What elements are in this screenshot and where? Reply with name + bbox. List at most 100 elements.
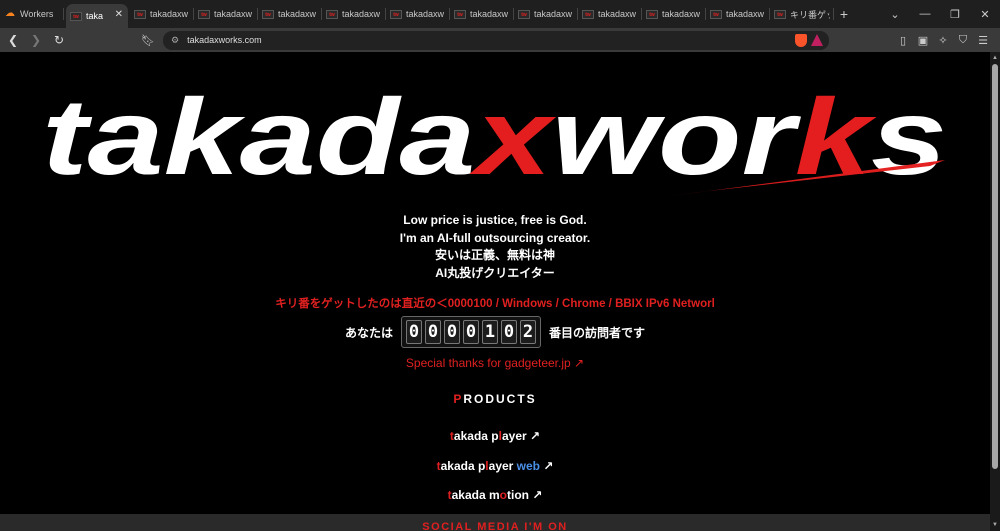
tab-label: キリ番ゲッ	[790, 9, 830, 20]
tagline-en-1: Low price is justice, free is God.	[403, 213, 587, 227]
scroll-down-icon[interactable]: ▼	[992, 522, 998, 528]
tab-kiriban[interactable]: tw キリ番ゲッ	[770, 3, 834, 25]
products-heading: PRODUCTS	[0, 392, 990, 406]
tab-takadaxworks[interactable]: tw takadaxw	[642, 3, 706, 25]
minimize-icon[interactable]: —	[910, 8, 940, 20]
external-link-icon: ↗	[526, 429, 541, 443]
scrollbar-thumb[interactable]	[992, 64, 998, 469]
counter-digit: 0	[406, 320, 422, 344]
tab-label: takadaxw	[662, 9, 701, 19]
tab-label: Workers	[20, 9, 54, 19]
tab-takadaxworks[interactable]: tw takadaxw	[450, 3, 514, 25]
external-link-icon: ↗	[528, 488, 543, 502]
logo-part-wor: wor	[552, 84, 802, 197]
tab-search-icon[interactable]: ⌄	[880, 8, 910, 21]
tab-takadaxworks[interactable]: tw takadaxw	[258, 3, 322, 25]
social-media-heading: SOCIAL MEDIA I'M ON	[0, 514, 990, 531]
bookmark-icon[interactable]: 🔖︎	[139, 34, 157, 47]
counter-prefix: あなたは	[344, 325, 393, 340]
counter-digit: 0	[501, 320, 517, 344]
menu-icon[interactable]: ☰	[973, 34, 993, 47]
window-controls: ⌄ — ❐ ✕	[880, 8, 1000, 21]
tw-icon: tw	[582, 9, 594, 19]
counter-digit: 0	[425, 320, 441, 344]
tw-icon: tw	[518, 9, 530, 19]
restore-icon[interactable]: ❐	[940, 8, 970, 21]
tab-label: takadaxw	[342, 9, 381, 19]
product-letter: o	[499, 488, 507, 502]
kiriban-notice: キリ番をゲットしたのは直近の＜0000100 / Windows / Chrom…	[275, 298, 715, 310]
product-text: akada m	[451, 488, 500, 502]
counter-digit: 2	[520, 320, 536, 344]
counter-digit: 1	[482, 320, 498, 344]
tw-icon: tw	[262, 9, 274, 19]
heading-rest: RODUCTS	[463, 392, 537, 406]
tagline-ja-1: 安いは正義、無料は神	[434, 248, 555, 262]
logo-part-taka: taka	[42, 84, 316, 197]
product-text: akada p	[440, 459, 486, 473]
tab-label: takadaxw	[150, 9, 189, 19]
tagline-block: Low price is justice, free is God. I'm a…	[0, 212, 990, 282]
toolbar-icons: ▯ ▣ ✧ ⛉ ☰	[893, 34, 993, 47]
product-web-tag: web	[516, 459, 541, 473]
product-text: tion	[506, 488, 529, 502]
tagline-en-2: I'm an AI-full outsourcing creator.	[399, 230, 591, 245]
product-link-takada-motion[interactable]: takada motion ↗	[0, 488, 990, 502]
product-text: ayer	[488, 459, 517, 473]
brave-shields-icon[interactable]	[795, 33, 807, 47]
tab-separator	[833, 8, 834, 20]
back-icon[interactable]: ❮	[3, 33, 23, 47]
sidebar-icon[interactable]: ▯	[893, 34, 913, 47]
special-thanks-link[interactable]: Special thanks for gadgeteer.jp ↗	[0, 356, 990, 370]
tw-icon: tw	[774, 9, 786, 19]
tagline-ja-2: AI丸投げクリエイター	[435, 265, 555, 280]
tw-icon: tw	[70, 11, 82, 21]
site-info-icon[interactable]: ⚙	[171, 35, 179, 46]
visitor-counter-row: あなたは 0 0 0 0 1 0 2 番目の訪問者です	[0, 316, 990, 348]
tw-icon: tw	[646, 9, 658, 19]
tab-takadaxworks[interactable]: tw takadaxw	[322, 3, 386, 25]
address-bar[interactable]: ⚙ takadaxworks.com	[163, 30, 829, 50]
cloudflare-icon: ☁	[5, 7, 15, 19]
page-viewport: taka da x wor k s Low price is justice, free …	[0, 52, 1000, 531]
page-scrollbar[interactable]: ▲ ▼	[990, 52, 1000, 531]
tab-takadaxworks[interactable]: tw takadaxw	[706, 3, 770, 25]
tab-takadaxworks[interactable]: tw takadaxw	[578, 3, 642, 25]
tab-label: takadaxw	[278, 9, 317, 19]
tab-separator	[63, 8, 64, 20]
close-icon[interactable]: ✕	[115, 9, 123, 20]
heading-initial: P	[453, 392, 464, 406]
external-link-icon: ↗	[540, 459, 554, 473]
product-text: ayer	[501, 429, 527, 443]
tab-label: takadaxw	[598, 9, 637, 19]
tw-icon: tw	[198, 9, 210, 19]
tab-label: takadaxw	[470, 9, 509, 19]
product-link-takada-player-web[interactable]: takada player web ↗	[0, 459, 990, 473]
tab-workers[interactable]: ☁ Workers	[0, 3, 64, 25]
leo-ai-icon[interactable]: ✧	[933, 34, 953, 47]
tab-takadaxworks[interactable]: tw takadaxw	[386, 3, 450, 25]
reload-icon[interactable]: ↻	[49, 33, 69, 47]
tab-takadaxworks[interactable]: tw takadaxw	[514, 3, 578, 25]
window-close-icon[interactable]: ✕	[970, 8, 1000, 21]
tab-label: takadaxw	[534, 9, 573, 19]
new-tab-button[interactable]: +	[834, 6, 854, 22]
vpn-icon[interactable]: ⛉	[953, 34, 973, 47]
url-text: takadaxworks.com	[187, 35, 262, 45]
tab-active-takadaxworks[interactable]: tw taka ✕	[66, 4, 128, 28]
tab-takadaxworks[interactable]: tw takadaxw	[130, 3, 194, 25]
tab-takadaxworks[interactable]: tw takadaxw	[194, 3, 258, 25]
brave-rewards-icon[interactable]	[811, 33, 823, 46]
logo-part-da: da	[316, 84, 476, 197]
takadaxworks-logo: taka da x wor k s	[42, 84, 947, 197]
product-link-takada-player[interactable]: takada player ↗	[0, 429, 990, 443]
tw-icon: tw	[134, 9, 146, 19]
counter-suffix: 番目の訪問者です	[549, 325, 646, 340]
tab-label: takadaxw	[406, 9, 445, 19]
tab-label: taka	[86, 11, 104, 21]
wallet-icon[interactable]: ▣	[913, 34, 933, 47]
scroll-up-icon[interactable]: ▲	[992, 55, 998, 61]
browser-tab-strip: ☁ Workers tw taka ✕ tw takadaxw tw takadax…	[0, 0, 1000, 28]
browser-toolbar: ❮ ❯ ↻ 🔖︎ ⚙ takadaxworks.com ▯ ▣ ✧ ⛉ ☰	[0, 28, 1000, 52]
forward-icon[interactable]: ❯	[26, 33, 46, 47]
